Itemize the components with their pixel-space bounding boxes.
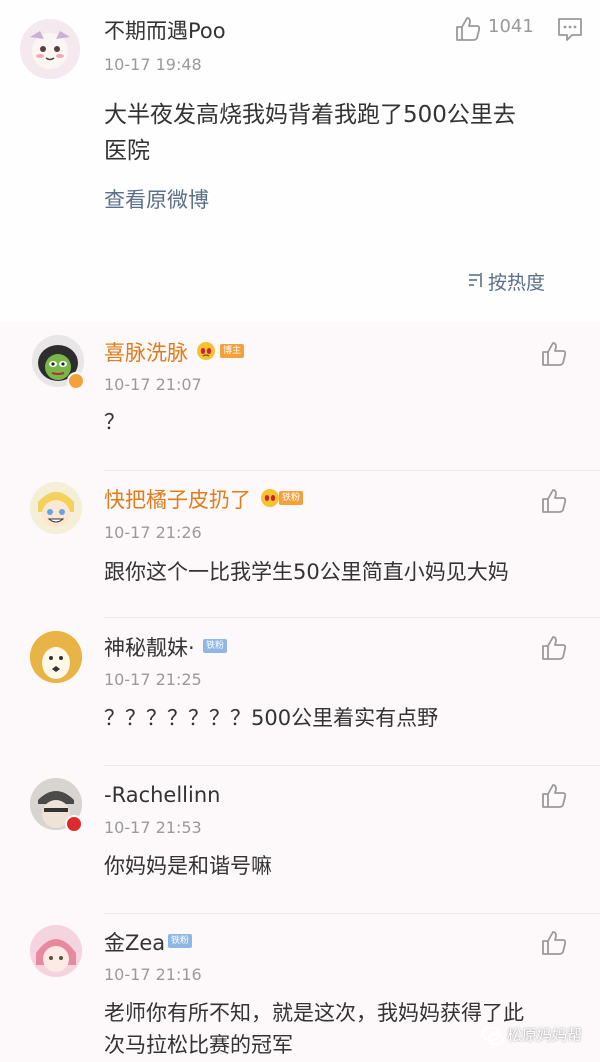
commenter-name[interactable]: 金Zea xyxy=(104,933,165,954)
comment-text: 你妈妈是和谐号嘛 xyxy=(104,854,272,878)
sort-icon xyxy=(469,273,482,287)
comment-text: ？ xyxy=(104,410,125,434)
blogger-badge: 博主 xyxy=(220,344,245,358)
divider xyxy=(104,617,600,618)
like-icon[interactable] xyxy=(540,929,568,957)
post-like-count: 1041 xyxy=(488,16,534,37)
post-author-avatar[interactable] xyxy=(20,19,80,79)
divider xyxy=(104,913,600,914)
comment-text: 跟你这个一比我学生50公里简直小妈见大妈 xyxy=(104,560,509,584)
comment-text-line2: 次马拉松比赛的冠军 xyxy=(104,1033,293,1057)
comment-time: 10-17 21:16 xyxy=(104,965,202,984)
like-icon[interactable] xyxy=(540,340,568,368)
fan-badge: 铁粉 xyxy=(279,491,304,505)
post-content-line1: 大半夜发高烧我妈背着我跑了500公里去 xyxy=(104,102,516,128)
commenter-name[interactable]: 神秘靓妹· xyxy=(104,638,195,659)
comment-time: 10-17 21:26 xyxy=(104,523,202,542)
wechat-logo-icon xyxy=(482,1026,504,1046)
post-author-name[interactable]: 不期而遇Poo xyxy=(104,21,226,42)
commenter-name[interactable]: 快把橘子皮扔了 xyxy=(104,490,251,511)
like-icon[interactable] xyxy=(540,782,568,810)
original-post: 不期而遇Poo 10-17 19:48 1041 大半夜发高烧我妈背着我跑了50… xyxy=(0,0,600,322)
comment-text: ？？？？？？？500公里着实有点野 xyxy=(104,706,439,730)
commenter-avatar[interactable] xyxy=(30,482,82,534)
emoji-icon xyxy=(261,489,279,507)
vip-icon xyxy=(67,372,85,390)
comment-time: 10-17 21:07 xyxy=(104,375,202,394)
view-original-link[interactable]: 查看原微博 xyxy=(104,190,209,211)
watermark-text: 松原妈妈帮 xyxy=(507,1026,583,1044)
like-icon[interactable] xyxy=(540,487,568,515)
like-icon[interactable] xyxy=(540,634,568,662)
post-content-line2: 医院 xyxy=(104,138,150,164)
commenter-name[interactable]: 喜脉洗脉 xyxy=(104,343,188,364)
sort-label: 按热度 xyxy=(488,272,546,294)
emoji-icon xyxy=(197,342,215,360)
comment-time: 10-17 21:25 xyxy=(104,670,202,689)
post-time: 10-17 19:48 xyxy=(104,55,202,74)
region-flag-icon xyxy=(65,815,83,833)
comment-icon[interactable] xyxy=(556,15,584,43)
fan-badge: 铁粉 xyxy=(168,934,193,948)
commenter-avatar[interactable] xyxy=(30,631,82,683)
comment-text-line1: 老师你有所不知，就是这次，我妈妈获得了此 xyxy=(104,1001,524,1025)
post-like-icon[interactable] xyxy=(454,15,482,43)
commenter-avatar[interactable] xyxy=(30,925,82,977)
divider xyxy=(104,765,600,766)
commenter-name[interactable]: -Rachellinn xyxy=(104,785,220,806)
fan-badge: 铁粉 xyxy=(203,639,228,653)
divider xyxy=(104,470,600,471)
comment-time: 10-17 21:53 xyxy=(104,818,202,837)
